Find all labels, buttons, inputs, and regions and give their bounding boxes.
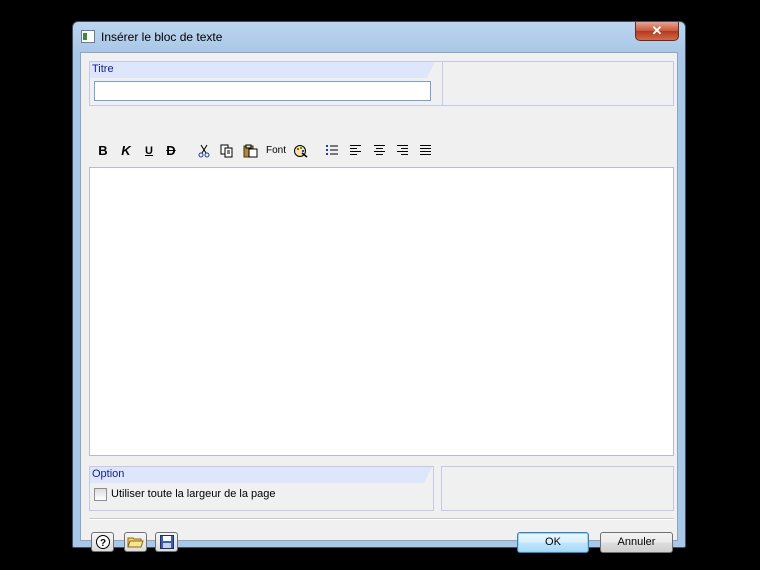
- align-left-icon[interactable]: [346, 142, 364, 160]
- titre-group: Titre: [89, 61, 443, 106]
- option-side-panel: [441, 466, 674, 511]
- titre-input[interactable]: [94, 81, 431, 101]
- help-button[interactable]: ?: [91, 532, 114, 552]
- dialog-body: Titre B K U D Font Option Utiliser toute…: [80, 52, 678, 553]
- font-icon[interactable]: Font: [264, 142, 288, 160]
- option-group-label: Option: [90, 467, 432, 483]
- text-editor[interactable]: [89, 167, 674, 456]
- bullet-list-icon[interactable]: [323, 142, 341, 160]
- save-button[interactable]: [155, 532, 178, 552]
- svg-text:?: ?: [99, 538, 105, 549]
- underline-icon[interactable]: U: [140, 142, 158, 160]
- title-bar[interactable]: Insérer le bloc de texte ✕: [73, 22, 685, 52]
- cut-icon[interactable]: [195, 142, 213, 160]
- help-icon: ?: [95, 535, 110, 549]
- folder-icon: [127, 537, 144, 548]
- open-button[interactable]: [124, 532, 147, 552]
- save-icon: [159, 535, 174, 549]
- close-button[interactable]: ✕: [635, 22, 679, 41]
- copy-icon[interactable]: [218, 142, 236, 160]
- align-right-icon[interactable]: [393, 142, 411, 160]
- dialog-window: Insérer le bloc de texte ✕ Titre B K U D…: [72, 21, 686, 553]
- titre-group-label: Titre: [90, 62, 435, 78]
- app-icon: [81, 30, 95, 43]
- full-width-checkbox[interactable]: [94, 488, 107, 501]
- window-title: Insérer le bloc de texte: [101, 30, 223, 44]
- italic-icon[interactable]: K: [117, 142, 135, 160]
- full-width-checkbox-label[interactable]: Utiliser toute la largeur de la page: [111, 488, 275, 500]
- titre-side-panel: [442, 61, 674, 106]
- justify-icon[interactable]: [416, 142, 434, 160]
- separator: [89, 518, 674, 520]
- option-group: Option Utiliser toute la largeur de la p…: [89, 466, 434, 511]
- ok-button[interactable]: OK: [517, 532, 589, 553]
- paste-icon[interactable]: [241, 142, 259, 160]
- align-center-icon[interactable]: [370, 142, 388, 160]
- bold-icon[interactable]: B: [94, 142, 112, 160]
- strikethrough-icon[interactable]: D: [162, 142, 180, 160]
- cancel-button[interactable]: Annuler: [600, 532, 673, 553]
- color-icon[interactable]: [292, 142, 310, 160]
